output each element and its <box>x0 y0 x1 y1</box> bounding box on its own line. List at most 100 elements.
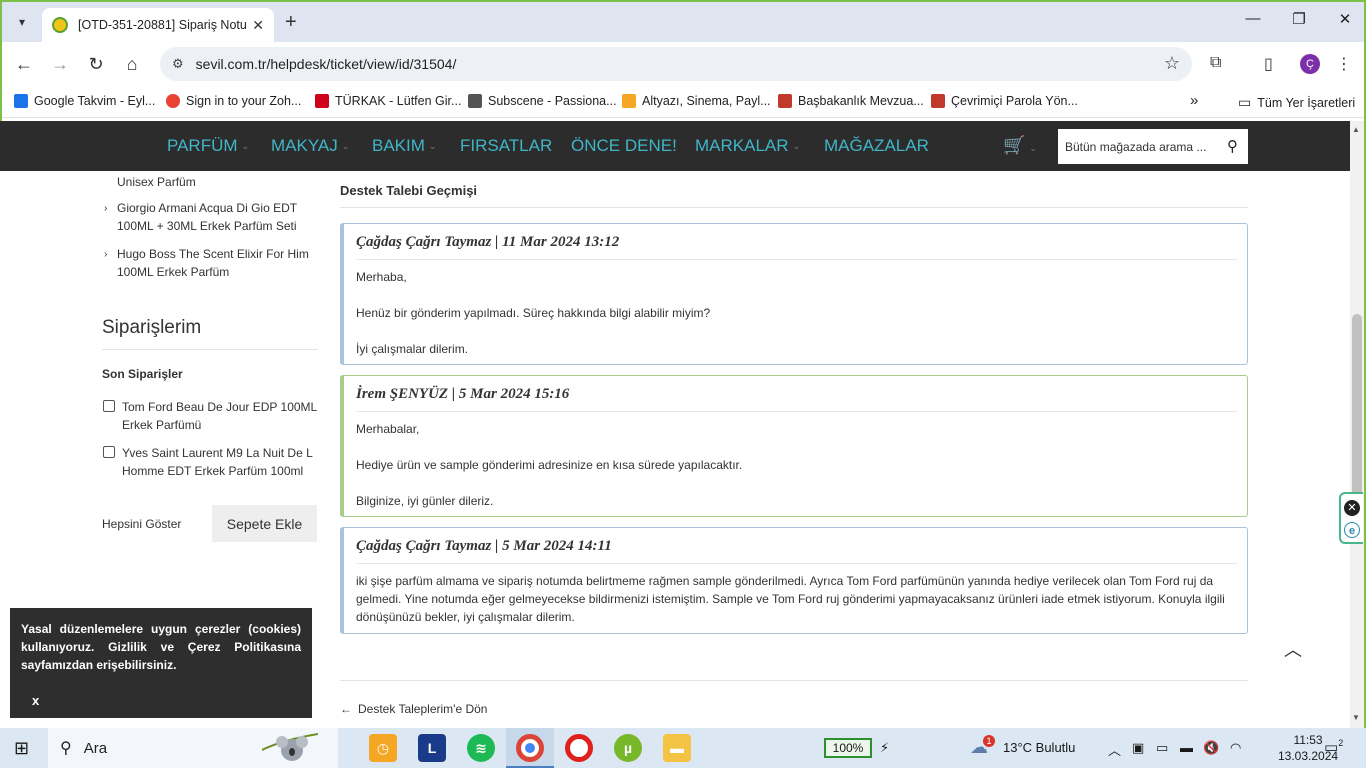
chrome-icon[interactable] <box>516 734 544 762</box>
search-icon[interactable]: ⚲ <box>1227 137 1238 155</box>
mevzuat-icon <box>778 94 792 108</box>
site-search-input[interactable]: Bütün mağazada arama ... ⚲ <box>1058 129 1248 164</box>
orders-title: Siparişlerim <box>102 317 202 338</box>
koala-illustration <box>262 733 318 761</box>
back-arrow-icon[interactable]: ← <box>12 54 36 75</box>
password-icon <box>931 94 945 108</box>
battery-tray-icon[interactable]: ▬ <box>1180 740 1193 755</box>
search-icon: ⚲ <box>60 740 72 757</box>
show-all-link[interactable]: Hepsini Göster <box>102 515 181 533</box>
bookmark-star-icon[interactable]: ☆ <box>1164 53 1180 74</box>
chevron-down-icon: ⌄ <box>792 141 801 152</box>
lock-icon <box>315 94 329 108</box>
url-text[interactable]: sevil.com.tr/helpdesk/ticket/view/id/315… <box>196 56 457 72</box>
folder-icon: ▭ <box>1238 94 1252 110</box>
nav-firsatlar[interactable]: FIRSATLAR <box>460 136 552 156</box>
minimize-icon[interactable]: — <box>1238 10 1268 27</box>
browser-toolbar: ← → ↻ ⌂ ⚙ sevil.com.tr/helpdesk/ticket/v… <box>2 42 1364 88</box>
bookmark-item[interactable]: Altyazı, Sinema, Payl... <box>622 94 771 108</box>
order-checkbox[interactable] <box>103 400 115 412</box>
tab-close-icon[interactable]: ✕ <box>252 17 264 34</box>
order-item[interactable]: Tom Ford Beau De Jour EDP 100ML Erkek Pa… <box>122 398 322 434</box>
chevron-right-icon: › <box>104 249 108 260</box>
scroll-down-icon[interactable]: ▼ <box>1352 713 1360 722</box>
cookie-close-button[interactable]: x <box>32 692 39 710</box>
outlook-calendar-icon[interactable]: ◷ <box>369 734 397 762</box>
bookmark-item[interactable]: Google Takvim - Eyl... <box>14 94 155 108</box>
ticket-message: Çağdaş Çağrı Taymaz | 11 Mar 2024 13:12 … <box>340 223 1248 365</box>
close-circle-icon[interactable]: ✕ <box>1344 500 1360 516</box>
nav-once-dene[interactable]: ÖNCE DENE! <box>571 136 677 156</box>
tray-chevron-up-icon[interactable]: ︿ <box>1108 740 1121 759</box>
camera-icon[interactable]: ▣ <box>1132 740 1144 756</box>
scroll-up-icon[interactable]: ▲ <box>1352 125 1360 134</box>
spotify-icon[interactable]: ≋ <box>467 734 495 762</box>
bookmark-item[interactable]: Çevrimiçi Parola Yön... <box>931 94 1078 108</box>
extension-widget[interactable]: ✕ e <box>1339 492 1363 544</box>
ticket-history-title: Destek Talebi Geçmişi <box>340 183 478 198</box>
window-close-icon[interactable]: ✕ <box>1330 10 1360 28</box>
divider <box>102 349 318 350</box>
recent-orders-title: Son Siparişler <box>102 367 183 381</box>
chevron-down-icon: ⌄ <box>428 141 437 152</box>
notification-count: 2 <box>1338 738 1344 748</box>
extensions-icon[interactable]: ⧉ <box>1210 54 1221 72</box>
opera-icon[interactable] <box>565 734 593 762</box>
nav-bakim[interactable]: BAKIM ⌄ <box>372 136 436 156</box>
bookmark-item[interactable]: Subscene - Passiona... <box>468 94 617 108</box>
file-explorer-icon[interactable]: ▬ <box>663 734 691 762</box>
all-bookmarks-button[interactable]: ▭ Tüm Yer İşaretleri <box>1238 94 1355 111</box>
scrollbar-thumb[interactable] <box>1352 314 1362 500</box>
side-panel-icon[interactable]: ▯ <box>1264 54 1273 74</box>
wifi-icon[interactable]: ◠ <box>1230 740 1241 756</box>
home-icon[interactable]: ⌂ <box>120 54 144 75</box>
tab-search-icon[interactable]: ▾ <box>10 10 34 34</box>
new-tab-button[interactable]: + <box>285 11 297 34</box>
sidebar-list-item[interactable]: Unisex Parfüm <box>117 173 196 191</box>
cookie-text: Yasal düzenlemelere uygun çerezler (cook… <box>21 622 301 672</box>
nav-magazalar[interactable]: MAĞAZALAR <box>824 136 929 156</box>
tab-active[interactable]: [OTD-351-20881] Sipariş Notu ✕ <box>42 8 274 42</box>
forward-arrow-icon[interactable]: → <box>48 54 72 75</box>
message-body: Merhaba, Henüz bir gönderim yapılmadı. S… <box>356 270 711 356</box>
extension-e-icon[interactable]: e <box>1344 522 1360 538</box>
site-info-icon[interactable]: ⚙ <box>172 56 184 72</box>
sidebar-list-item[interactable]: Giorgio Armani Acqua Di Gio EDT 100ML + … <box>117 199 307 235</box>
order-checkbox[interactable] <box>103 446 115 458</box>
address-bar[interactable]: ⚙ sevil.com.tr/helpdesk/ticket/view/id/3… <box>160 47 1192 81</box>
scroll-to-top-icon[interactable]: ︿ <box>1284 636 1302 662</box>
restore-icon[interactable]: ❐ <box>1284 10 1314 28</box>
back-to-tickets-link[interactable]: ← Destek Taleplerim'e Dön <box>340 702 487 716</box>
reload-icon[interactable]: ↻ <box>84 54 108 75</box>
profile-avatar[interactable]: Ç <box>1300 54 1320 74</box>
l-app-icon[interactable]: L <box>418 734 446 762</box>
weather-badge: 1 <box>983 735 995 747</box>
cart-icon[interactable]: 🛒 ⌄ <box>1003 135 1037 156</box>
speaker-muted-icon[interactable]: 🔇 <box>1203 740 1219 756</box>
windows-start-icon[interactable]: ⊞ <box>14 738 29 759</box>
nav-parfum[interactable]: PARFÜM ⌄ <box>167 136 249 156</box>
altyazi-icon <box>622 94 636 108</box>
battery-indicator[interactable]: 100% <box>824 738 872 758</box>
nav-makyaj[interactable]: MAKYAJ ⌄ <box>271 136 349 156</box>
divider <box>340 680 1248 681</box>
cookie-banner: Yasal düzenlemelere uygun çerezler (cook… <box>10 608 312 718</box>
display-icon[interactable]: ▭ <box>1156 740 1168 756</box>
chevron-down-icon: ⌄ <box>241 141 250 152</box>
bookmark-item[interactable]: Başbakanlık Mevzua... <box>778 94 924 108</box>
utorrent-icon[interactable]: µ <box>614 734 642 762</box>
weather-text[interactable]: 13°C Bulutlu <box>1003 740 1075 755</box>
bookmarks-more-button[interactable]: » <box>1190 92 1198 109</box>
nav-markalar[interactable]: MARKALAR ⌄ <box>695 136 800 156</box>
bookmark-item[interactable]: Sign in to your Zoh... <box>166 94 301 108</box>
charging-icon: ⚡ <box>880 740 890 755</box>
order-item[interactable]: Yves Saint Laurent M9 La Nuit De L Homme… <box>122 444 318 480</box>
add-to-cart-button[interactable]: Sepete Ekle <box>212 505 317 542</box>
chrome-center-icon <box>525 743 535 753</box>
notification-center[interactable]: ▭2 <box>1324 738 1343 756</box>
bookmark-item[interactable]: TÜRKAK - Lütfen Gir... <box>315 94 461 108</box>
page-scrollbar[interactable]: ▲ ▼ <box>1350 121 1364 728</box>
message-header: Çağdaş Çağrı Taymaz | 11 Mar 2024 13:12 <box>356 224 1237 260</box>
sidebar-list-item[interactable]: Hugo Boss The Scent Elixir For Him 100ML… <box>117 245 317 281</box>
menu-kebab-icon[interactable]: ⋮ <box>1336 54 1352 74</box>
